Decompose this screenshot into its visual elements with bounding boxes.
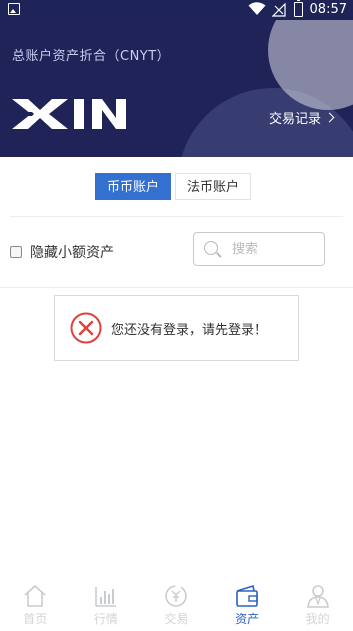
gallery-icon: [8, 3, 20, 15]
tab-coin-account[interactable]: 币币账户: [95, 173, 172, 200]
profile-icon: [306, 585, 329, 608]
nav-market-label: 行情: [93, 612, 118, 626]
divider: [10, 216, 343, 217]
xin-logo: [12, 99, 126, 129]
nav-profile-label: 我的: [305, 612, 330, 626]
bottom-nav: 首页 行情 交易 资产 我的: [0, 578, 353, 631]
nav-assets-label: 资产: [235, 612, 260, 626]
nav-trade-label: 交易: [164, 612, 189, 626]
nav-home-label: 首页: [23, 612, 48, 626]
divider: [0, 287, 353, 288]
chevron-right-icon: [324, 112, 335, 123]
error-x-icon: [70, 312, 102, 344]
login-required-toast: 您还没有登录，请先登录！: [54, 295, 299, 361]
hide-small-assets[interactable]: 隐藏小额资产: [10, 242, 114, 262]
chart-icon: [95, 587, 116, 607]
trade-record-label: 交易记录: [269, 112, 322, 127]
signal-icon: [272, 3, 286, 17]
nav-home[interactable]: 首页: [0, 578, 71, 631]
search-icon: [204, 241, 218, 255]
battery-icon: [294, 0, 303, 17]
total-assets-title: 总账户资产折合（CNYT）: [12, 49, 171, 64]
search-box[interactable]: [193, 232, 325, 266]
exchange-icon: [165, 585, 188, 607]
home-icon: [24, 584, 46, 607]
asset-header: 总账户资产折合（CNYT） 交易记录: [0, 20, 353, 157]
wallet-icon: [236, 584, 258, 607]
account-tabs: 币币账户 法币账户: [95, 173, 252, 200]
status-bar: 08:57: [0, 0, 353, 20]
hide-small-checkbox[interactable]: [10, 246, 22, 258]
assets-page: 08:57 总账户资产折合（CNYT） 交易记录 币币账户 法币账户 隐藏小额资…: [0, 0, 353, 631]
wifi-icon: [248, 2, 266, 15]
hide-small-label: 隐藏小额资产: [30, 245, 114, 261]
nav-assets[interactable]: 资产: [212, 578, 283, 631]
nav-market[interactable]: 行情: [71, 578, 142, 631]
status-time: 08:57: [309, 2, 347, 17]
search-input[interactable]: [232, 239, 318, 259]
tab-fiat-account[interactable]: 法币账户: [175, 173, 252, 200]
nav-profile[interactable]: 我的: [282, 578, 353, 631]
nav-trade[interactable]: 交易: [141, 578, 212, 631]
trade-record-link[interactable]: 交易记录: [269, 108, 335, 127]
toast-message: 您还没有登录，请先登录！: [111, 323, 268, 338]
